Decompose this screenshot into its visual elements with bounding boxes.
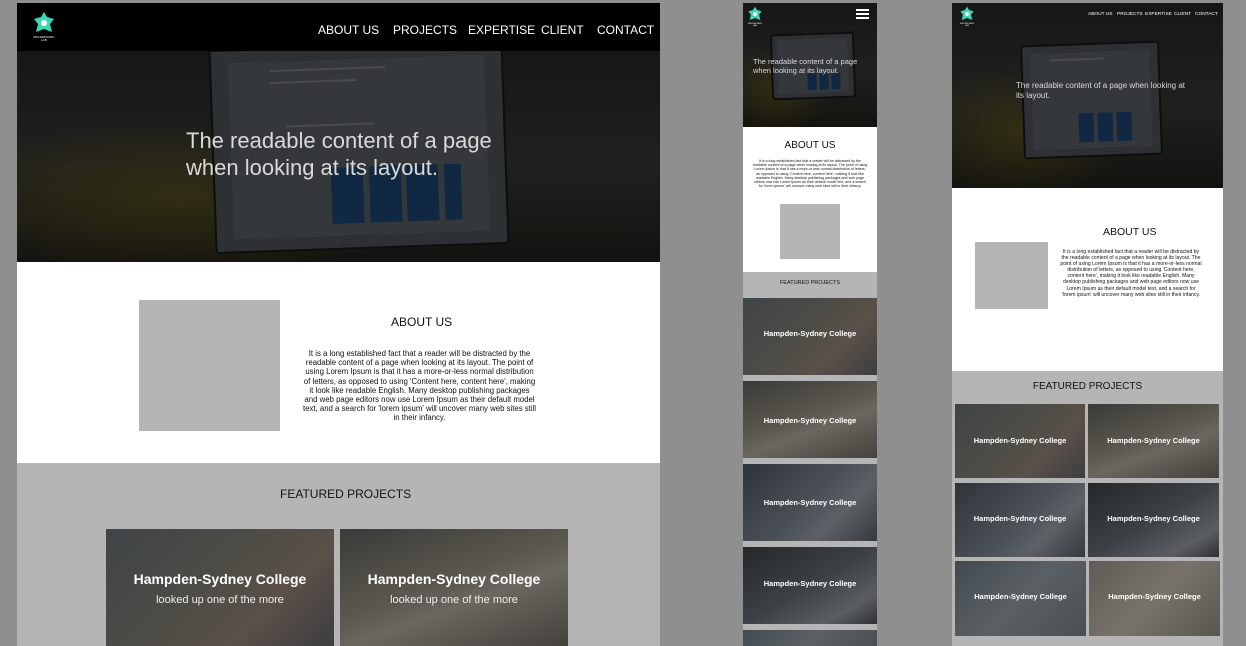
- nav-projects[interactable]: PROJECTS: [393, 23, 457, 37]
- about-section: ABOUT US It is a long established fact t…: [17, 262, 660, 463]
- tablet-about-image-placeholder: [975, 242, 1048, 309]
- nav-contact[interactable]: CONTACT: [1195, 12, 1218, 17]
- mobile-frame: WHITEBOARD LAB The readable content of a…: [743, 3, 877, 646]
- project-card-title: Hampden-Sydney College: [763, 329, 857, 338]
- about-text: It is a long established fact that a rea…: [302, 349, 537, 423]
- mobile-about-text: It is a long established fact that a rea…: [752, 159, 868, 189]
- tablet-frame: WHITEBOARD LAB ABOUT US PROJECTS EXPERTI…: [952, 3, 1223, 646]
- project-card[interactable]: Hampden-Sydney College: [743, 464, 877, 541]
- project-card[interactable]: Hampden-Sydney College: [743, 298, 877, 375]
- mobile-about-image-placeholder: [780, 204, 840, 259]
- tablet-about-text: It is a long established fact that a rea…: [1060, 249, 1202, 298]
- featured-section: FEATURED PROJECTS Hampden-Sydney College…: [17, 463, 660, 646]
- project-card-title: Hampden-Sydney College: [763, 579, 857, 588]
- project-card-title: Hampden-Sydney College: [1107, 514, 1200, 523]
- project-card-subtitle: looked up one of the more: [156, 594, 284, 606]
- whiteboard-logo-icon: [960, 6, 974, 21]
- project-card-title: Hampden-Sydney College: [974, 592, 1067, 601]
- nav-about[interactable]: ABOUT US: [1088, 12, 1112, 17]
- mobile-about-title: ABOUT US: [784, 140, 836, 151]
- project-card[interactable]: Hampden-Sydney College: [955, 483, 1085, 557]
- whiteboard-logo-icon: [748, 6, 762, 21]
- project-card-title: Hampden-Sydney College: [973, 436, 1067, 445]
- hero-heading-line1: The readable content of a page: [186, 128, 492, 153]
- hero-heading: The readable content of a page when look…: [186, 127, 492, 181]
- about-image-placeholder: [139, 300, 280, 431]
- mobile-hero-heading: The readable content of a page when look…: [753, 57, 858, 75]
- project-card[interactable]: Hampden-Sydney College: [743, 547, 877, 624]
- nav-about[interactable]: ABOUT US: [318, 23, 379, 37]
- project-card[interactable]: Hampden-Sydney College looked up one of …: [340, 529, 568, 646]
- mobile-featured-title: FEATURED PROJECTS: [779, 280, 841, 286]
- project-card-title: Hampden-Sydney College: [763, 498, 857, 507]
- tablet-featured-title: FEATURED PROJECTS: [1032, 381, 1143, 392]
- tablet-about-title: ABOUT US: [1103, 226, 1157, 238]
- project-card[interactable]: Hampden-Sydney College: [955, 561, 1086, 636]
- project-card-title: Hampden-Sydney College: [1108, 592, 1201, 601]
- desktop-frame: WHITEBOARD LAB ABOUT US PROJECTS EXPERTI…: [17, 3, 660, 646]
- whiteboard-logo-icon: [34, 12, 54, 32]
- project-card-title: Hampden-Sydney College: [367, 571, 541, 587]
- logo-text: WHITEBOARD LAB: [959, 23, 975, 27]
- logo-text: WHITEBOARD LAB: [33, 35, 55, 42]
- site-header: WHITEBOARD LAB ABOUT US PROJECTS EXPERTI…: [17, 3, 660, 51]
- mobile-hero: WHITEBOARD LAB The readable content of a…: [743, 3, 877, 127]
- project-card[interactable]: Hampden-Sydney College: [1089, 561, 1220, 636]
- hero-heading-line2: when looking at its layout.: [186, 155, 438, 180]
- project-card-title: Hampden-Sydney College: [763, 416, 857, 425]
- nav-client[interactable]: CLIENT: [1174, 12, 1191, 17]
- nav-contact[interactable]: CONTACT: [597, 23, 654, 37]
- tablet-logo[interactable]: WHITEBOARD LAB: [959, 6, 975, 27]
- logo-text: WHITEBOARD LAB: [747, 23, 763, 27]
- nav-expertise[interactable]: EXPERTISE: [1145, 12, 1172, 17]
- project-card[interactable]: Hampden-Sydney College: [1088, 483, 1219, 557]
- project-card[interactable]: Hampden-Sydney College looked up one of …: [106, 529, 334, 646]
- featured-title: FEATURED PROJECTS: [280, 487, 412, 501]
- tablet-hero: WHITEBOARD LAB ABOUT US PROJECTS EXPERTI…: [952, 3, 1223, 188]
- project-card[interactable]: [743, 630, 877, 646]
- tablet-about-section: ABOUT US It is a long established fact t…: [952, 188, 1223, 371]
- site-logo[interactable]: WHITEBOARD LAB: [32, 11, 56, 42]
- about-title: ABOUT US: [391, 315, 453, 329]
- nav-client[interactable]: CLIENT: [541, 23, 584, 37]
- hamburger-menu-icon[interactable]: [856, 9, 869, 21]
- project-card-title: Hampden-Sydney College: [973, 514, 1067, 523]
- project-card[interactable]: Hampden-Sydney College: [743, 381, 877, 458]
- project-card[interactable]: Hampden-Sydney College: [955, 404, 1085, 478]
- project-card-title: Hampden-Sydney College: [1107, 436, 1200, 445]
- hero-banner: The readable content of a page when look…: [17, 51, 660, 262]
- tablet-hero-heading: The readable content of a page when look…: [1016, 81, 1186, 100]
- project-card-title: Hampden-Sydney College: [133, 571, 307, 587]
- project-card[interactable]: Hampden-Sydney College: [1088, 404, 1219, 478]
- project-card-subtitle: looked up one of the more: [390, 594, 518, 606]
- nav-expertise[interactable]: EXPERTISE: [468, 23, 535, 37]
- nav-projects[interactable]: PROJECTS: [1117, 12, 1143, 17]
- mobile-logo[interactable]: WHITEBOARD LAB: [747, 6, 763, 27]
- mobile-about-section: ABOUT US It is a long established fact t…: [743, 127, 877, 272]
